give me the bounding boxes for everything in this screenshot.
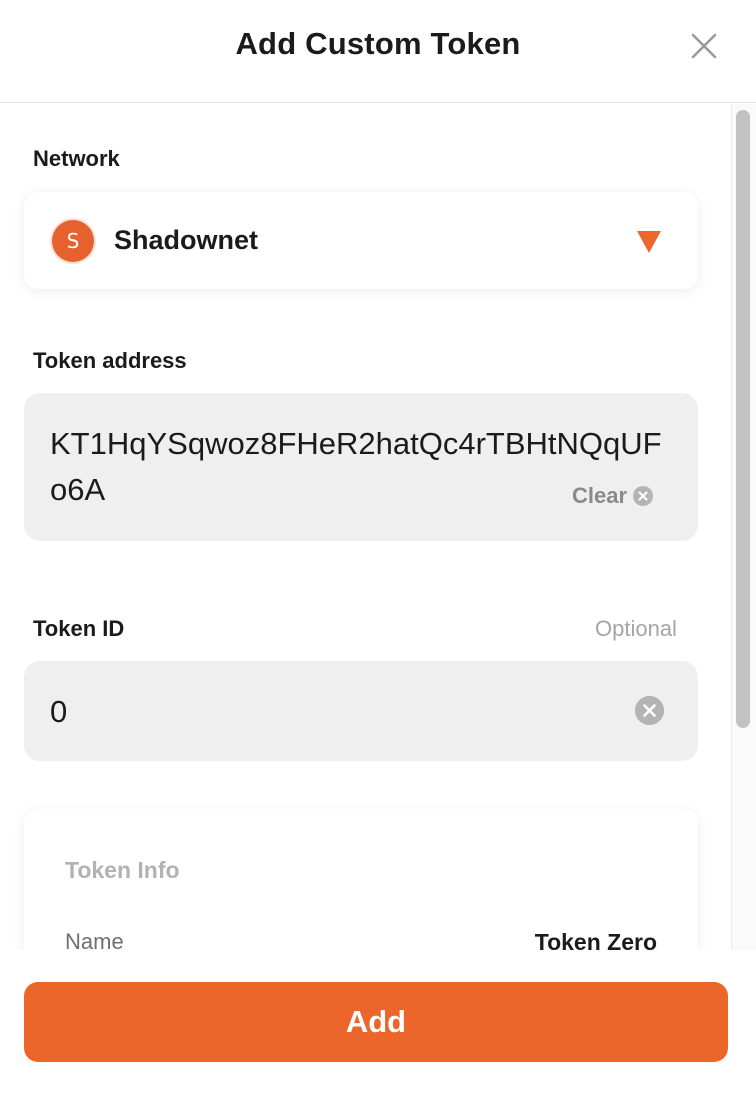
token-address-field[interactable]: KT1HqYSqwoz8FHeR2hatQc4rTBHtNQqUFo6A Cle… <box>24 393 698 541</box>
token-id-label: Token ID <box>33 616 125 641</box>
clear-circle-icon <box>633 486 654 506</box>
footer: Add <box>0 950 756 1106</box>
network-avatar-letter: S <box>66 229 80 253</box>
add-button[interactable]: Add <box>24 982 728 1062</box>
network-select[interactable]: S Shadownet <box>24 192 698 289</box>
modal-header: Add Custom Token <box>0 0 756 103</box>
optional-hint: Optional <box>595 616 677 641</box>
token-address-label: Token address <box>33 348 187 373</box>
token-info-card: Token Info Name Token Zero <box>24 809 698 950</box>
close-button[interactable] <box>686 28 722 64</box>
token-info-row-value: Token Zero <box>534 929 657 950</box>
network-avatar: S <box>52 220 94 262</box>
clear-token-id-icon[interactable] <box>635 696 664 725</box>
network-name: Shadownet <box>114 225 259 255</box>
token-info-title: Token Info <box>65 857 180 883</box>
clear-address-button[interactable]: Clear <box>572 483 654 509</box>
clear-label: Clear <box>572 483 628 508</box>
token-info-row-label: Name <box>65 929 124 950</box>
network-label: Network <box>33 146 120 171</box>
token-id-field[interactable]: 0 <box>24 661 698 761</box>
token-id-value[interactable]: 0 <box>50 694 67 730</box>
chevron-down-icon <box>637 231 661 253</box>
close-icon <box>691 33 717 59</box>
form-scroll-area[interactable]: Network S Shadownet Token address KT1HqY… <box>0 104 756 950</box>
scrollbar-thumb[interactable] <box>736 110 750 728</box>
page-title: Add Custom Token <box>235 26 521 61</box>
